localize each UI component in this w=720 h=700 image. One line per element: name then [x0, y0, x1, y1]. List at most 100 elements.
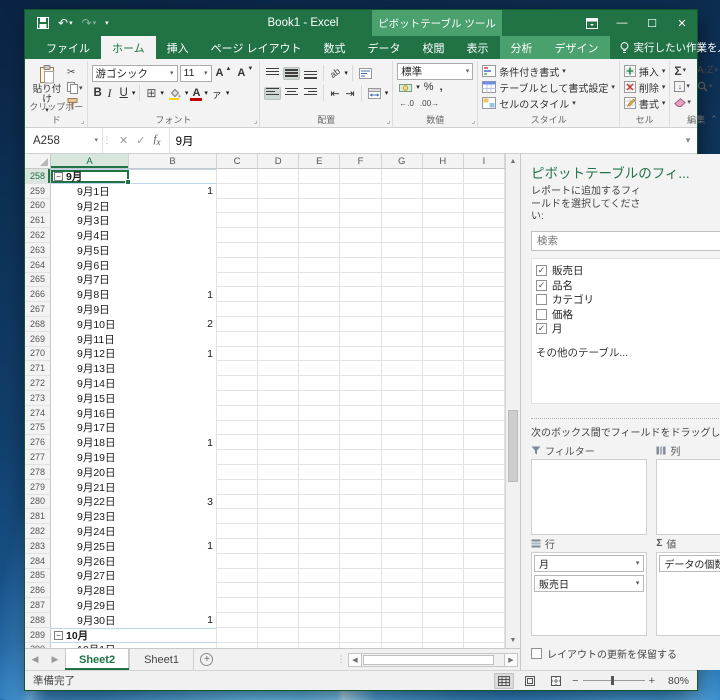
- rows-area-box[interactable]: 月 ▾ 販売日 ▾: [531, 552, 648, 636]
- field-checkbox[interactable]: ✓: [536, 265, 547, 277]
- number-format-select[interactable]: 標準 ▾: [397, 62, 474, 80]
- cell-D261[interactable]: [258, 213, 300, 229]
- cell-E285[interactable]: [299, 568, 341, 584]
- cell-F289[interactable]: [340, 627, 382, 643]
- cell-D264[interactable]: [258, 257, 300, 273]
- cell-A260[interactable]: 9月2日: [51, 199, 129, 214]
- cell-C269[interactable]: [217, 331, 259, 347]
- cell-C273[interactable]: [217, 390, 259, 406]
- cell-C282[interactable]: [217, 524, 259, 539]
- cell-G273[interactable]: [381, 390, 423, 406]
- cell-C268[interactable]: [217, 316, 259, 332]
- insert-function-icon[interactable]: fx: [153, 133, 160, 147]
- cell-F285[interactable]: [340, 568, 382, 584]
- cell-E282[interactable]: [299, 524, 341, 539]
- cell-H265[interactable]: [422, 272, 464, 288]
- cell-G271[interactable]: [381, 361, 423, 377]
- cell-D270[interactable]: [258, 346, 300, 362]
- row-header-273[interactable]: 273: [25, 390, 51, 406]
- row-header-281[interactable]: 281: [25, 509, 51, 525]
- cell-D272[interactable]: [258, 376, 300, 391]
- cell-A282[interactable]: 9月24日: [51, 524, 129, 539]
- orientation-button[interactable]: ab: [328, 66, 342, 80]
- cell-A261[interactable]: 9月3日: [51, 213, 129, 228]
- cell-G283[interactable]: [381, 538, 423, 554]
- fill-button[interactable]: ↓ ▾: [674, 79, 691, 94]
- row-header-258[interactable]: 258: [25, 169, 51, 184]
- cell-B281[interactable]: [129, 509, 217, 525]
- undo-button[interactable]: ↶ ▾: [58, 17, 73, 29]
- cell-F284[interactable]: [340, 553, 382, 569]
- cell-I288[interactable]: [463, 612, 505, 628]
- field-search-box[interactable]: [531, 230, 720, 251]
- defer-layout-checkbox[interactable]: [531, 648, 542, 659]
- cell-F269[interactable]: [340, 331, 382, 347]
- cell-C277[interactable]: [217, 450, 259, 465]
- cell-C286[interactable]: [217, 583, 259, 599]
- clipboard-dialog-launcher[interactable]: ⌟: [81, 117, 85, 125]
- more-tables-link[interactable]: その他のテーブル...: [536, 345, 720, 360]
- cell-A266[interactable]: 9月8日: [51, 287, 129, 302]
- align-center-button[interactable]: [283, 87, 300, 100]
- row-header-284[interactable]: 284: [25, 553, 51, 569]
- new-sheet-button[interactable]: +: [194, 649, 220, 670]
- cell-C265[interactable]: [217, 272, 259, 288]
- field-item-価格[interactable]: 価格: [536, 307, 720, 322]
- column-header-H[interactable]: H: [423, 154, 464, 168]
- cell-A277[interactable]: 9月19日: [51, 450, 129, 465]
- cell-G278[interactable]: [381, 464, 423, 480]
- cell-C266[interactable]: [217, 287, 259, 303]
- cell-C275[interactable]: [217, 420, 259, 436]
- customize-qat-button[interactable]: ▾: [105, 20, 109, 27]
- cell-E268[interactable]: [299, 316, 341, 332]
- cell-H259[interactable]: [422, 183, 464, 199]
- cell-H290[interactable]: [423, 642, 464, 648]
- formula-input[interactable]: 9月: [170, 128, 679, 153]
- next-sheet-arrow[interactable]: ▶: [45, 649, 65, 670]
- cell-D281[interactable]: [258, 509, 300, 525]
- cell-C290[interactable]: [217, 642, 259, 648]
- row-header-268[interactable]: 268: [25, 316, 51, 332]
- cell-D260[interactable]: [258, 198, 300, 214]
- cell-E265[interactable]: [299, 272, 341, 288]
- ribbon-display-options-icon[interactable]: [577, 10, 607, 36]
- cell-E278[interactable]: [299, 464, 341, 480]
- cell-H263[interactable]: [422, 242, 464, 258]
- cell-B258[interactable]: [129, 169, 217, 184]
- cell-E284[interactable]: [299, 553, 341, 569]
- cell-B282[interactable]: [129, 524, 217, 539]
- tab-review[interactable]: 校閲: [412, 36, 456, 59]
- cell-G267[interactable]: [381, 302, 423, 317]
- cell-A276[interactable]: 9月18日: [51, 435, 129, 450]
- cell-G284[interactable]: [381, 553, 423, 569]
- cell-I273[interactable]: [463, 390, 505, 406]
- cell-I264[interactable]: [463, 257, 505, 273]
- cell-styles-button[interactable]: セルのスタイル ▾: [482, 95, 615, 111]
- columns-area-box[interactable]: [656, 459, 720, 535]
- cell-D278[interactable]: [258, 464, 300, 480]
- cell-B266[interactable]: 1: [129, 287, 217, 303]
- cell-H258[interactable]: [422, 169, 464, 184]
- cell-H267[interactable]: [422, 302, 464, 317]
- increase-indent-button[interactable]: ⇥: [344, 86, 357, 101]
- column-header-C[interactable]: C: [217, 154, 259, 168]
- cell-A265[interactable]: 9月7日: [51, 273, 129, 288]
- cell-I277[interactable]: [463, 450, 505, 465]
- name-box[interactable]: A258 ▾: [25, 128, 103, 153]
- cell-B275[interactable]: [129, 420, 217, 436]
- bold-button[interactable]: B: [92, 86, 104, 100]
- font-size-select[interactable]: 11 ▾: [179, 64, 212, 82]
- tab-insert[interactable]: 挿入: [156, 36, 200, 59]
- cell-G290[interactable]: [382, 642, 423, 648]
- cell-F272[interactable]: [340, 376, 382, 391]
- cell-G277[interactable]: [381, 450, 423, 465]
- cell-E260[interactable]: [299, 198, 341, 214]
- cell-B288[interactable]: 1: [129, 612, 217, 628]
- values-area-box[interactable]: データの個数 /...▾: [656, 552, 720, 636]
- cell-A264[interactable]: 9月6日: [51, 258, 129, 273]
- cell-C272[interactable]: [217, 376, 259, 391]
- fill-color-button[interactable]: [166, 86, 183, 101]
- cell-D265[interactable]: [258, 272, 300, 288]
- cell-D258[interactable]: [258, 169, 300, 184]
- cell-D283[interactable]: [258, 538, 300, 554]
